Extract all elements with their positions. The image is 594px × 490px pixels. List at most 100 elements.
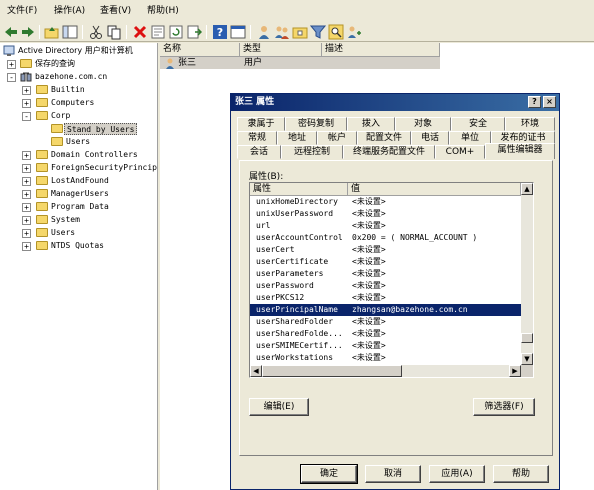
ok-button[interactable]: 确定 — [300, 464, 358, 484]
attribute-row[interactable]: userPassword <未设置> — [250, 280, 521, 292]
help-title-button[interactable]: ? — [528, 96, 541, 108]
expand-icon[interactable]: + — [22, 177, 31, 186]
console-tree-icon[interactable] — [62, 24, 78, 40]
find-icon[interactable] — [328, 24, 344, 40]
attribute-row[interactable]: userSMIMECertif... <未设置> — [250, 340, 521, 352]
tab-attribute-editor[interactable]: 属性编辑器 — [485, 143, 555, 159]
edit-button[interactable]: 编辑(E) — [249, 398, 309, 416]
tab-terminal-services-profile[interactable]: 终端服务配置文件 — [343, 145, 435, 159]
expand-icon[interactable]: + — [22, 164, 31, 173]
menu-help[interactable]: 帮助(H) — [147, 4, 179, 18]
tree-item-system[interactable]: + System — [0, 214, 157, 226]
tree-item-lost-and-found[interactable]: + LostAndFound — [0, 175, 157, 187]
apply-button[interactable]: 应用(A) — [429, 465, 485, 483]
tree-item-domain-controllers[interactable]: + Domain Controllers — [0, 149, 157, 161]
menu-file[interactable]: 文件(F) — [7, 4, 37, 18]
expand-icon[interactable]: + — [22, 229, 31, 238]
tab-remote-control[interactable]: 远程控制 — [281, 145, 343, 159]
menu-action[interactable]: 操作(A) — [54, 4, 85, 18]
expand-icon[interactable]: + — [7, 60, 16, 69]
column-header-description[interactable]: 描述 — [322, 43, 440, 57]
attribute-row[interactable]: userPKCS12 <未设置> — [250, 292, 521, 304]
dialog-title-bar[interactable]: 张三 属性 ? × — [231, 94, 559, 111]
add-to-group-icon[interactable] — [346, 24, 362, 40]
tab-profile[interactable]: 配置文件 — [357, 131, 411, 145]
tab-account[interactable]: 帐户 — [317, 131, 357, 145]
tree-item-users[interactable]: + Users — [0, 227, 157, 239]
tree-item-saved-queries[interactable]: + 保存的查询 — [0, 58, 157, 70]
attribute-row[interactable]: userParameters <未设置> — [250, 268, 521, 280]
up-folder-icon[interactable] — [44, 24, 60, 40]
tab-security[interactable]: 安全 — [451, 117, 505, 131]
tab-sessions[interactable]: 会话 — [237, 145, 281, 159]
help-button[interactable]: 帮助 — [493, 465, 549, 483]
list-item[interactable]: 张三 用户 — [160, 57, 440, 69]
horizontal-scrollbar[interactable]: ◀ ▶ — [250, 365, 521, 377]
user-icon[interactable] — [256, 24, 272, 40]
expand-icon[interactable]: + — [22, 151, 31, 160]
attribute-row[interactable]: userSharedFolde... <未设置> — [250, 328, 521, 340]
back-icon[interactable] — [3, 24, 19, 40]
tab-password-replication[interactable]: 密码复制 — [285, 117, 347, 131]
attribute-row[interactable]: userCertificate <未设置> — [250, 256, 521, 268]
collapse-icon[interactable]: - — [22, 112, 31, 121]
tree-item-foreign-security-principals[interactable]: + ForeignSecurityPrincip — [0, 162, 157, 174]
column-header-value[interactable]: 值 — [348, 183, 521, 196]
filter-icon[interactable] — [310, 24, 326, 40]
ou-icon[interactable] — [292, 24, 308, 40]
attribute-row[interactable]: url <未设置> — [250, 220, 521, 232]
console-tree[interactable]: Active Directory 用户和计算机 + 保存的查询 - bazeho… — [0, 43, 158, 490]
export-icon[interactable] — [186, 24, 202, 40]
attribute-row-selected[interactable]: userPrincipalName zhangsan@bazehone.com.… — [250, 304, 521, 316]
tab-general[interactable]: 常规 — [237, 131, 277, 145]
scroll-thumb[interactable] — [521, 333, 533, 343]
scroll-down-icon[interactable]: ▼ — [521, 353, 533, 365]
help-icon[interactable]: ? — [212, 24, 228, 40]
tab-object[interactable]: 对象 — [395, 117, 451, 131]
refresh-icon[interactable] — [168, 24, 184, 40]
attribute-list[interactable]: 属性 值 unixHomeDirectory <未设置> unixUserPas… — [249, 182, 534, 378]
column-header-attribute[interactable]: 属性 — [250, 183, 348, 196]
tab-environment[interactable]: 环境 — [505, 117, 555, 131]
console-icon[interactable] — [230, 24, 246, 40]
tree-item-stand-by-users[interactable]: Stand by Users — [0, 123, 157, 135]
tab-member-of[interactable]: 隶属于 — [237, 117, 285, 131]
tab-telephones[interactable]: 电话 — [411, 131, 449, 145]
filter-button[interactable]: 筛选器(F) — [473, 398, 535, 416]
attribute-row[interactable]: userCert <未设置> — [250, 244, 521, 256]
expand-icon[interactable]: + — [22, 242, 31, 251]
expand-icon[interactable]: + — [22, 190, 31, 199]
scroll-thumb[interactable] — [262, 365, 402, 377]
attribute-row[interactable]: userWorkstations <未设置> — [250, 352, 521, 364]
attribute-row[interactable]: userSharedFolder <未设置> — [250, 316, 521, 328]
tree-item-program-data[interactable]: + Program Data — [0, 201, 157, 213]
forward-icon[interactable] — [20, 24, 36, 40]
collapse-icon[interactable]: - — [7, 73, 16, 82]
attribute-row[interactable]: unixHomeDirectory <未设置> — [250, 196, 521, 208]
expand-icon[interactable]: + — [22, 203, 31, 212]
tree-item-corp-users[interactable]: Users — [0, 136, 157, 148]
tree-item-computers[interactable]: + Computers — [0, 97, 157, 109]
cut-icon[interactable] — [88, 24, 104, 40]
tab-address[interactable]: 地址 — [277, 131, 317, 145]
tree-item-builtin[interactable]: + Builtin — [0, 84, 157, 96]
scroll-up-icon[interactable]: ▲ — [521, 183, 533, 195]
expand-icon[interactable]: + — [22, 99, 31, 108]
column-header-type[interactable]: 类型 — [240, 43, 322, 57]
tree-item-ntds-quotas[interactable]: + NTDS Quotas — [0, 240, 157, 252]
properties-icon[interactable] — [150, 24, 166, 40]
scroll-right-icon[interactable]: ▶ — [509, 365, 521, 377]
vertical-scrollbar[interactable]: ▲ ▼ — [521, 183, 533, 365]
tree-item-manager-users[interactable]: + ManagerUsers — [0, 188, 157, 200]
tree-item-corp[interactable]: - Corp — [0, 110, 157, 122]
delete-icon[interactable] — [132, 24, 148, 40]
copy-icon[interactable] — [106, 24, 122, 40]
expand-icon[interactable]: + — [22, 216, 31, 225]
attribute-row[interactable]: userAccountControl 0x200 = ( NORMAL_ACCO… — [250, 232, 521, 244]
group-icon[interactable] — [274, 24, 290, 40]
cancel-button[interactable]: 取消 — [365, 465, 421, 483]
attribute-row[interactable]: unixUserPassword <未设置> — [250, 208, 521, 220]
tree-item-domain[interactable]: - bazehone.com.cn — [0, 71, 157, 83]
column-header-name[interactable]: 名称 — [160, 43, 240, 57]
menu-view[interactable]: 查看(V) — [100, 4, 131, 18]
